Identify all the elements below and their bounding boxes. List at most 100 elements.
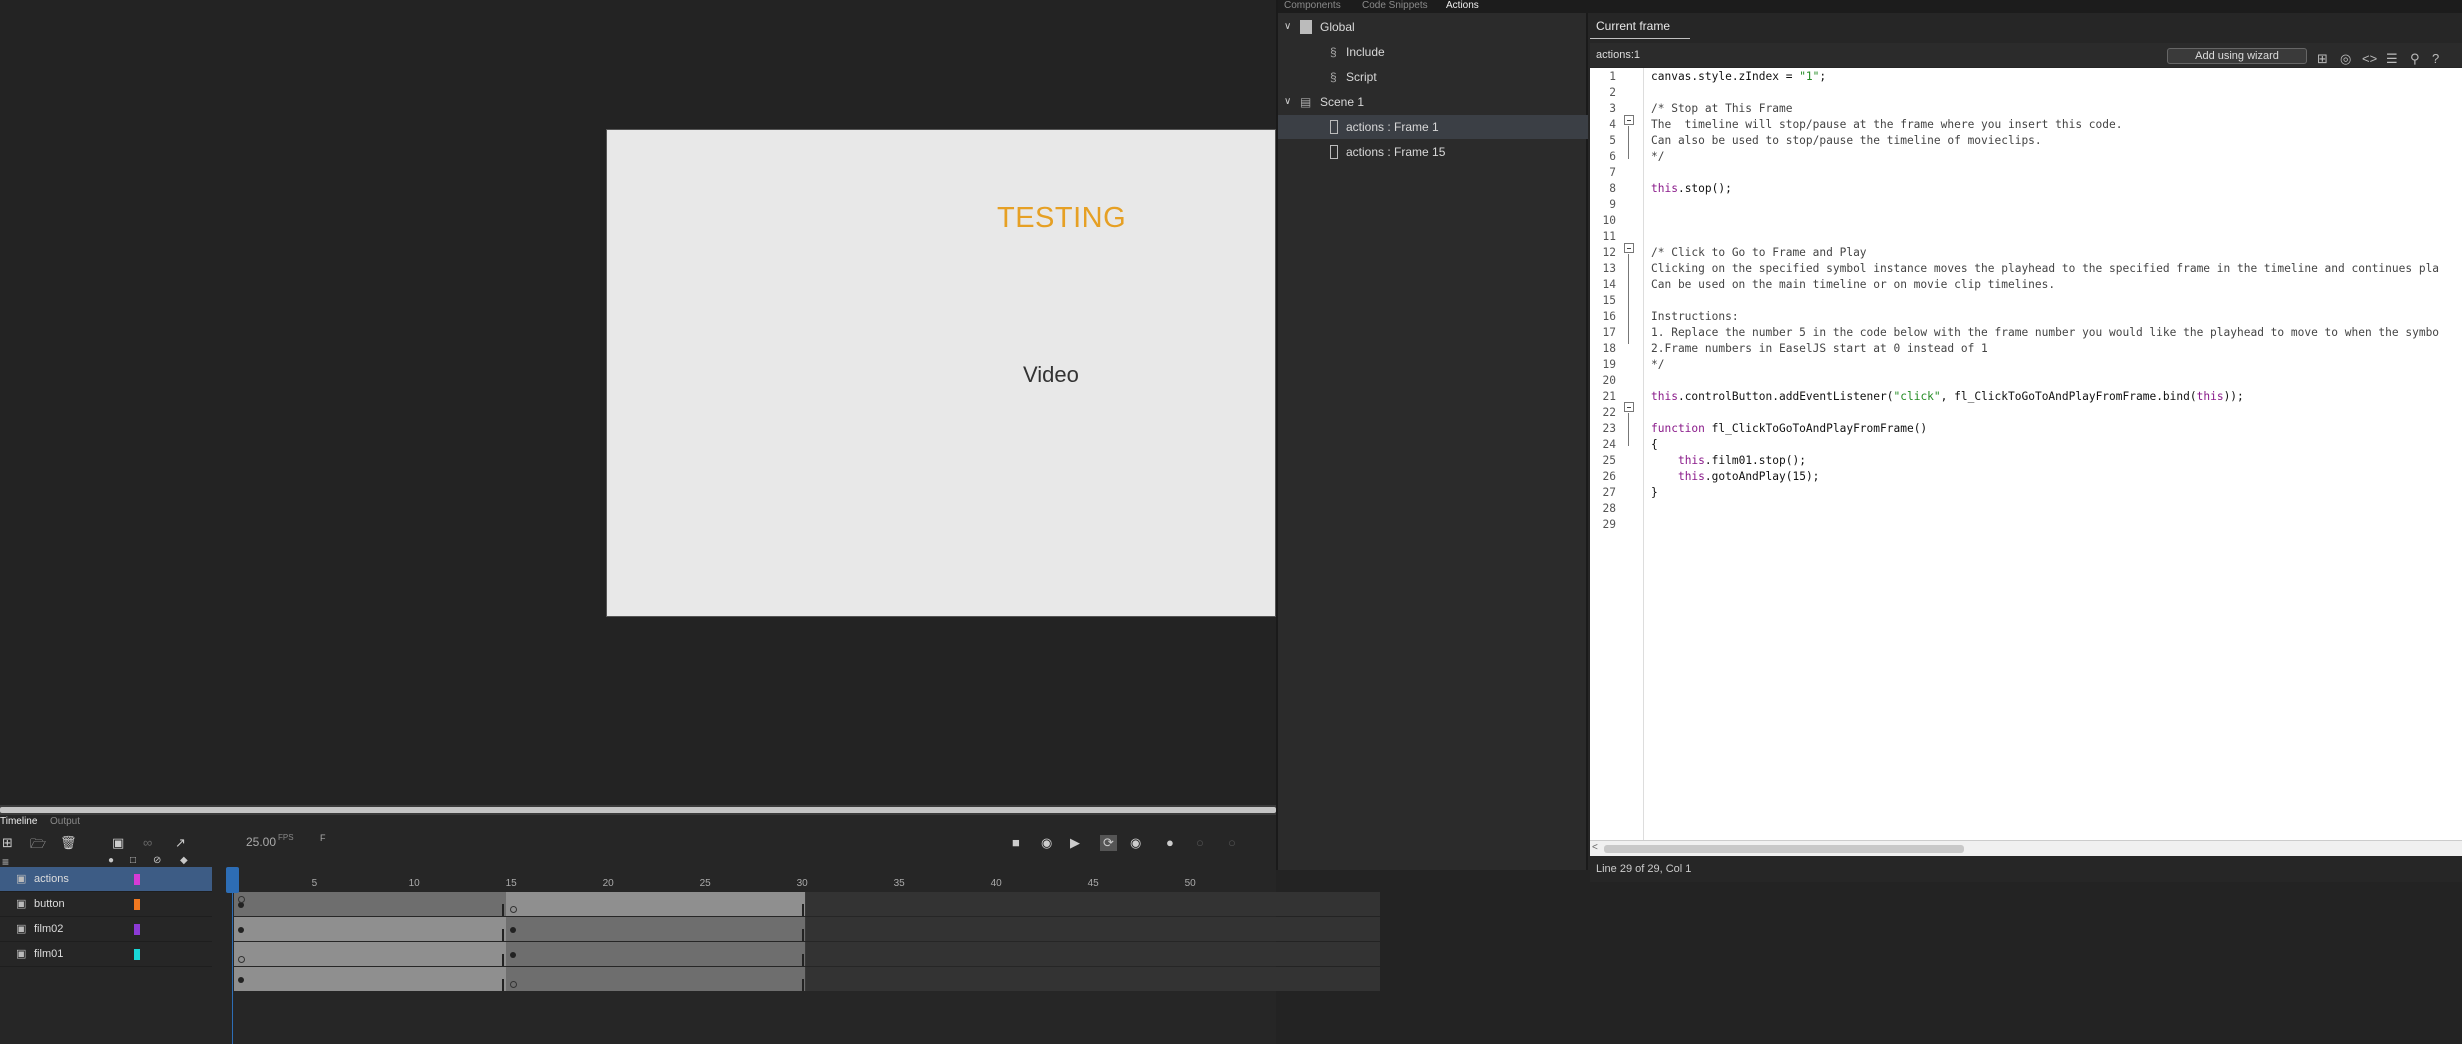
tween-span[interactable] xyxy=(505,967,805,991)
code-line[interactable]: this.film01.stop(); xyxy=(1651,454,1806,467)
empty-frames[interactable] xyxy=(804,942,1380,966)
code-line[interactable]: */ xyxy=(1651,150,1664,163)
tab-code-snippets[interactable]: Code Snippets xyxy=(1362,0,1428,11)
delete-icon[interactable]: 🗑 xyxy=(60,835,77,851)
frame-row[interactable] xyxy=(212,892,1462,917)
code-line[interactable]: 2.Frame numbers in EaselJS start at 0 in… xyxy=(1651,342,1988,355)
add-using-wizard-button[interactable]: Add using wizard xyxy=(2167,48,2307,64)
chevron-down-icon[interactable]: ∨ xyxy=(1284,90,1291,114)
tab-components[interactable]: Components xyxy=(1284,0,1341,11)
code-area[interactable]: 1 2 3 4 5 6 7 8 9 10 11 12 13 14 15 16 17 18 19 20 21 22 23 24 2… xyxy=(1590,68,2462,840)
code-line[interactable]: Can be used on the main timeline or on m… xyxy=(1651,278,2055,291)
tween-span[interactable] xyxy=(234,942,506,966)
tab-actions[interactable]: Actions xyxy=(1446,0,1479,11)
tween-span[interactable] xyxy=(234,917,506,941)
code-line[interactable]: { xyxy=(1651,438,1658,451)
empty-keyframe[interactable] xyxy=(238,956,245,963)
tree-item-global[interactable]: ∨ Global xyxy=(1278,15,1588,39)
tween-span[interactable] xyxy=(505,892,805,916)
empty-keyframe[interactable] xyxy=(238,896,245,903)
new-folder-icon[interactable]: 🗁 xyxy=(30,835,46,857)
tab-current-frame[interactable]: Current frame xyxy=(1590,19,1690,39)
outline-icon[interactable]: □ xyxy=(130,855,136,866)
chevron-down-icon[interactable]: ∨ xyxy=(1284,15,1291,39)
first-frame-icon[interactable]: ■ xyxy=(1012,835,1020,850)
keyframe[interactable] xyxy=(509,927,516,933)
layer-row[interactable]: ▣ actions xyxy=(0,867,212,892)
graph-icon[interactable]: ↗ xyxy=(175,835,186,851)
empty-frames[interactable] xyxy=(804,917,1380,941)
lock-icon[interactable]: ◆ xyxy=(180,855,188,866)
onion-skin-icon[interactable]: ● xyxy=(1166,835,1174,850)
empty-keyframe[interactable] xyxy=(509,981,517,988)
tree-item-scene-1[interactable]: ∨ ▤ Scene 1 xyxy=(1278,90,1588,114)
edit-multiple-icon[interactable]: ○ xyxy=(1228,835,1236,850)
show-all-icon[interactable]: ● xyxy=(108,855,114,866)
keyframe[interactable] xyxy=(238,977,244,983)
layer-color-swatch[interactable] xyxy=(134,874,140,885)
code-line[interactable]: this.controlButton.addEventListener("cli… xyxy=(1651,390,2244,403)
tab-output[interactable]: Output xyxy=(50,816,80,827)
fold-collapse-icon[interactable] xyxy=(1624,115,1634,125)
loop-icon[interactable]: ⟳ xyxy=(1100,835,1117,851)
empty-keyframe[interactable] xyxy=(509,906,517,913)
stage-canvas[interactable]: TESTING Video xyxy=(606,129,1276,617)
tween-span[interactable] xyxy=(234,967,506,991)
scrollbar-thumb[interactable] xyxy=(1604,845,1964,853)
tree-item-actions-frame-15[interactable]: actions : Frame 15 xyxy=(1278,140,1588,164)
frame-ruler[interactable]: 5 10 15 20 25 30 35 40 45 50 xyxy=(212,878,1462,890)
code-line[interactable]: Instructions: xyxy=(1651,310,1739,323)
code-line[interactable]: function fl_ClickToGoToAndPlayFromFrame(… xyxy=(1651,422,1927,435)
frame-row[interactable] xyxy=(212,967,1462,992)
code-line[interactable]: */ xyxy=(1651,358,1664,371)
code-line[interactable]: canvas.style.zIndex = "1"; xyxy=(1651,70,1826,83)
keyframe[interactable] xyxy=(509,952,516,958)
tab-timeline[interactable]: Timeline xyxy=(0,816,37,827)
prev-frame-icon[interactable]: ◉ xyxy=(1041,835,1052,851)
layer-row[interactable]: ▣ film02 xyxy=(0,917,212,942)
frame-row[interactable] xyxy=(212,942,1462,967)
stage-title-text[interactable]: TESTING xyxy=(997,202,1126,235)
code-line[interactable]: } xyxy=(1651,486,1658,499)
tree-item-actions-frame-1[interactable]: actions : Frame 1 xyxy=(1278,115,1588,139)
code-line[interactable]: this.gotoAndPlay(15); xyxy=(1651,470,1819,483)
frame-row[interactable] xyxy=(212,917,1462,942)
code-horizontal-scrollbar[interactable]: < xyxy=(1590,840,2462,856)
parenting-icon[interactable]: ∞ xyxy=(143,835,152,850)
onion-outline-icon[interactable]: ○ xyxy=(1196,835,1204,850)
layer-name[interactable]: film02 xyxy=(34,917,63,942)
code-line[interactable]: 1. Replace the number 5 in the code belo… xyxy=(1651,326,2439,339)
camera-icon[interactable]: ▣ xyxy=(112,835,124,851)
scrollbar-thumb[interactable] xyxy=(0,807,1276,813)
tween-span[interactable] xyxy=(234,892,506,916)
stage-video-text[interactable]: Video xyxy=(1023,362,1079,388)
tween-span[interactable] xyxy=(505,942,805,966)
code-line[interactable]: /* Stop at This Frame xyxy=(1651,102,1792,115)
layer-color-swatch[interactable] xyxy=(134,924,140,935)
layer-name[interactable]: actions xyxy=(34,867,69,892)
code-line[interactable]: /* Click to Go to Frame and Play xyxy=(1651,246,1867,259)
play-icon[interactable]: ▶ xyxy=(1070,835,1080,851)
tree-item-script[interactable]: § Script xyxy=(1278,65,1588,89)
code-line[interactable]: Can also be used to stop/pause the timel… xyxy=(1651,134,2042,147)
keyframe[interactable] xyxy=(238,927,244,933)
layer-color-swatch[interactable] xyxy=(134,899,140,910)
tween-span[interactable] xyxy=(505,917,805,941)
code-line[interactable]: Clicking on the specified symbol instanc… xyxy=(1651,262,2439,275)
tree-item-include[interactable]: § Include xyxy=(1278,40,1588,64)
layer-name[interactable]: film01 xyxy=(34,942,63,967)
fps-value[interactable]: 25.00 xyxy=(246,835,276,849)
code-line[interactable]: this.stop(); xyxy=(1651,182,1732,195)
layer-color-swatch[interactable] xyxy=(134,949,140,960)
new-layer-icon[interactable]: ⊞ xyxy=(2,835,13,851)
stage-horizontal-scrollbar[interactable] xyxy=(0,805,1276,815)
code-line[interactable]: The timeline will stop/pause at the fram… xyxy=(1651,118,2122,131)
empty-frames[interactable] xyxy=(804,967,1380,991)
hide-icon[interactable]: ⊘ xyxy=(153,855,161,866)
fold-collapse-icon[interactable] xyxy=(1624,402,1634,412)
layer-row[interactable]: ▣ button xyxy=(0,892,212,917)
playhead[interactable] xyxy=(226,867,239,893)
scroll-left-icon[interactable]: < xyxy=(1592,842,1598,853)
empty-frames[interactable] xyxy=(804,892,1380,916)
layer-row[interactable]: ▣ film01 xyxy=(0,942,212,967)
